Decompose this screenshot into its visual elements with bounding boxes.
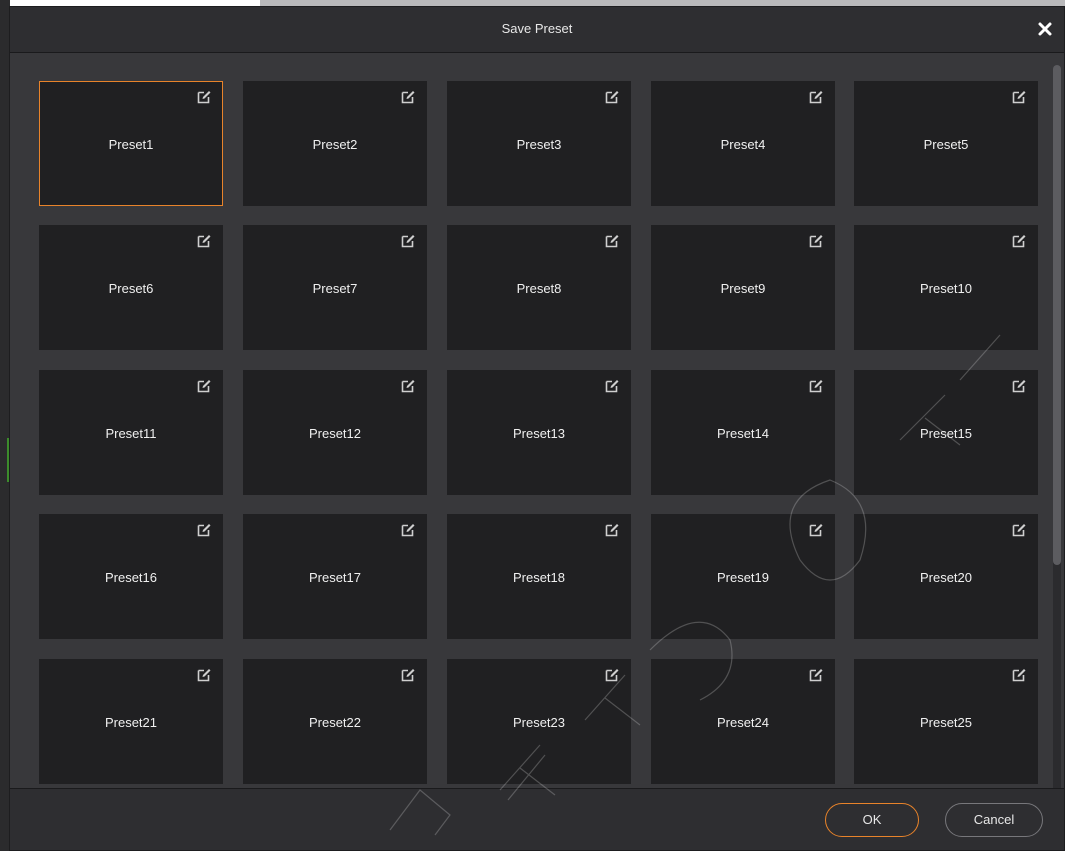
preset-tile[interactable]: Preset10 <box>854 225 1038 350</box>
preset-label: Preset19 <box>716 570 770 585</box>
edit-icon[interactable] <box>400 233 416 249</box>
preset-tile[interactable]: Preset14 <box>651 370 835 495</box>
dialog-footer: OK Cancel <box>10 788 1064 850</box>
edit-icon[interactable] <box>400 378 416 394</box>
edit-icon[interactable] <box>1011 89 1027 105</box>
preset-label: Preset1 <box>108 137 154 152</box>
preset-tile[interactable]: Preset5 <box>854 81 1038 206</box>
preset-tile[interactable]: Preset2 <box>243 81 427 206</box>
preset-grid: Preset1 Preset2 Preset3 Preset4 Preset5 Prese… <box>10 53 1050 788</box>
close-icon <box>1038 22 1052 36</box>
preset-tile[interactable]: Preset6 <box>39 225 223 350</box>
preset-tile[interactable]: Preset22 <box>243 659 427 784</box>
edit-icon[interactable] <box>604 667 620 683</box>
ok-button[interactable]: OK <box>825 803 919 837</box>
cancel-button[interactable]: Cancel <box>945 803 1043 837</box>
preset-tile[interactable]: Preset17 <box>243 514 427 639</box>
preset-label: Preset20 <box>919 570 973 585</box>
dialog-titlebar: Save Preset <box>10 7 1064 53</box>
edit-icon[interactable] <box>1011 233 1027 249</box>
preset-label: Preset5 <box>923 137 969 152</box>
edit-icon[interactable] <box>196 522 212 538</box>
edit-icon[interactable] <box>1011 522 1027 538</box>
edit-icon[interactable] <box>808 378 824 394</box>
preset-tile[interactable]: Preset1 <box>39 81 223 206</box>
preset-label: Preset23 <box>512 715 566 730</box>
preset-tile[interactable]: Preset8 <box>447 225 631 350</box>
preset-label: Preset9 <box>720 281 766 296</box>
preset-tile[interactable]: Preset15 <box>854 370 1038 495</box>
preset-tile[interactable]: Preset13 <box>447 370 631 495</box>
preset-tile[interactable]: Preset25 <box>854 659 1038 784</box>
preset-label: Preset18 <box>512 570 566 585</box>
preset-label: Preset3 <box>516 137 562 152</box>
preset-label: Preset10 <box>919 281 973 296</box>
preset-tile[interactable]: Preset4 <box>651 81 835 206</box>
edit-icon[interactable] <box>1011 667 1027 683</box>
preset-label: Preset21 <box>104 715 158 730</box>
edit-icon[interactable] <box>604 522 620 538</box>
edit-icon[interactable] <box>196 89 212 105</box>
edit-icon[interactable] <box>808 233 824 249</box>
edit-icon[interactable] <box>400 89 416 105</box>
preset-label: Preset14 <box>716 426 770 441</box>
preset-label: Preset11 <box>105 426 157 441</box>
preset-label: Preset25 <box>919 715 973 730</box>
preset-tile[interactable]: Preset16 <box>39 514 223 639</box>
preset-label: Preset15 <box>919 426 973 441</box>
edit-icon[interactable] <box>400 667 416 683</box>
edit-icon[interactable] <box>808 522 824 538</box>
edit-icon[interactable] <box>604 378 620 394</box>
preset-tile[interactable]: Preset23 <box>447 659 631 784</box>
preset-label: Preset7 <box>312 281 358 296</box>
preset-label: Preset16 <box>104 570 158 585</box>
preset-tile[interactable]: Preset19 <box>651 514 835 639</box>
preset-tile[interactable]: Preset7 <box>243 225 427 350</box>
edit-icon[interactable] <box>196 233 212 249</box>
close-button[interactable] <box>1034 18 1056 40</box>
edit-icon[interactable] <box>400 522 416 538</box>
preset-label: Preset6 <box>108 281 154 296</box>
edit-icon[interactable] <box>808 89 824 105</box>
preset-label: Preset24 <box>716 715 770 730</box>
preset-label: Preset8 <box>516 281 562 296</box>
preset-label: Preset12 <box>308 426 362 441</box>
preset-label: Preset17 <box>308 570 362 585</box>
preset-tile[interactable]: Preset12 <box>243 370 427 495</box>
scrollbar-thumb[interactable] <box>1053 65 1061 565</box>
preset-tile[interactable]: Preset18 <box>447 514 631 639</box>
edit-icon[interactable] <box>196 667 212 683</box>
preset-label: Preset4 <box>720 137 766 152</box>
preset-label: Preset22 <box>308 715 362 730</box>
edit-icon[interactable] <box>604 89 620 105</box>
scrollbar-track[interactable] <box>1053 65 1061 792</box>
save-preset-dialog: Save Preset Preset1 Preset2 Preset3 Preset4… <box>9 6 1065 851</box>
edit-icon[interactable] <box>1011 378 1027 394</box>
preset-tile[interactable]: Preset3 <box>447 81 631 206</box>
preset-label: Preset2 <box>312 137 358 152</box>
preset-tile[interactable]: Preset9 <box>651 225 835 350</box>
preset-tile[interactable]: Preset11 <box>39 370 223 495</box>
preset-tile[interactable]: Preset21 <box>39 659 223 784</box>
preset-label: Preset13 <box>512 426 566 441</box>
edit-icon[interactable] <box>604 233 620 249</box>
preset-tile[interactable]: Preset24 <box>651 659 835 784</box>
edit-icon[interactable] <box>808 667 824 683</box>
edit-icon[interactable] <box>196 378 212 394</box>
dialog-title: Save Preset <box>501 21 573 36</box>
preset-tile[interactable]: Preset20 <box>854 514 1038 639</box>
